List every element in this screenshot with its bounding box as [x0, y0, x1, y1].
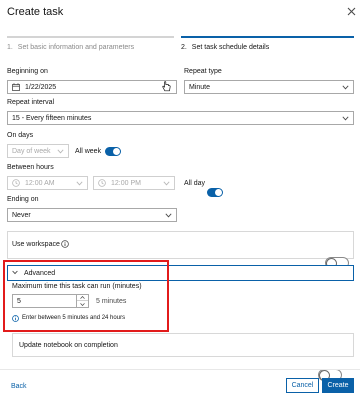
- step-2-number: 2.: [181, 44, 187, 51]
- cancel-button[interactable]: Cancel: [286, 378, 319, 393]
- info-icon[interactable]: [61, 240, 69, 250]
- day-of-week-placeholder: Day of week: [12, 147, 51, 155]
- all-day-label: All day: [184, 180, 206, 187]
- start-time-value: 12:00 AM: [25, 179, 55, 187]
- step-1-label: Set basic information and parameters: [17, 44, 135, 51]
- ending-value: Never: [12, 211, 31, 219]
- end-time-value: 12:00 PM: [111, 179, 141, 187]
- chevron-down-icon: [342, 115, 349, 122]
- repeat-type-select[interactable]: Minute: [184, 80, 354, 94]
- end-time-field[interactable]: 12:00 PM: [93, 176, 175, 190]
- calendar-icon: [12, 83, 20, 91]
- footer-divider: [0, 369, 360, 370]
- create-button[interactable]: Create: [322, 378, 354, 393]
- back-button[interactable]: Back: [11, 380, 27, 392]
- chevron-down-icon: [57, 148, 64, 155]
- clock-icon: [12, 179, 20, 187]
- chevron-down-icon: [165, 212, 172, 219]
- ending-select[interactable]: Never: [7, 208, 177, 222]
- between-hours-label: Between hours: [7, 164, 54, 171]
- chevron-down-icon: [76, 180, 83, 187]
- start-time-field[interactable]: 12:00 AM: [7, 176, 88, 190]
- highlight-box: [3, 260, 169, 332]
- step-1[interactable]: 1. Set basic information and parameters: [7, 44, 134, 51]
- step-2-label: Set task schedule details: [191, 44, 270, 51]
- beginning-label: Beginning on: [7, 68, 48, 75]
- clock-icon: [98, 179, 106, 187]
- step-2[interactable]: 2. Set task schedule details: [181, 44, 269, 51]
- update-notebook-label: Update notebook on completion: [19, 342, 118, 349]
- day-of-week-select[interactable]: Day of week: [7, 144, 69, 158]
- beginning-date-field[interactable]: 1/22/2025: [7, 80, 177, 94]
- chevron-down-icon: [342, 84, 349, 91]
- step-1-bar: [7, 36, 174, 38]
- step-1-number: 1.: [7, 44, 13, 51]
- workspace-label: Use workspace: [12, 241, 60, 248]
- chevron-down-icon: [163, 180, 170, 187]
- on-days-label: On days: [7, 132, 34, 139]
- ending-label: Ending on: [7, 196, 39, 203]
- repeat-type-label: Repeat type: [184, 68, 222, 75]
- repeat-type-value: Minute: [189, 83, 211, 91]
- repeat-interval-select[interactable]: 15 - Every fifteen minutes: [7, 111, 354, 125]
- step-2-bar: [181, 36, 354, 38]
- all-week-label: All week: [75, 148, 102, 155]
- all-week-toggle[interactable]: [105, 147, 121, 156]
- repeat-interval-value: 15 - Every fifteen minutes: [12, 114, 92, 122]
- repeat-interval-label: Repeat interval: [7, 99, 55, 106]
- all-day-toggle[interactable]: [207, 188, 223, 197]
- beginning-value: 1/22/2025: [25, 83, 57, 91]
- dialog-title: Create task: [7, 6, 64, 18]
- close-icon[interactable]: [346, 7, 356, 17]
- hand-cursor-icon: [162, 81, 171, 94]
